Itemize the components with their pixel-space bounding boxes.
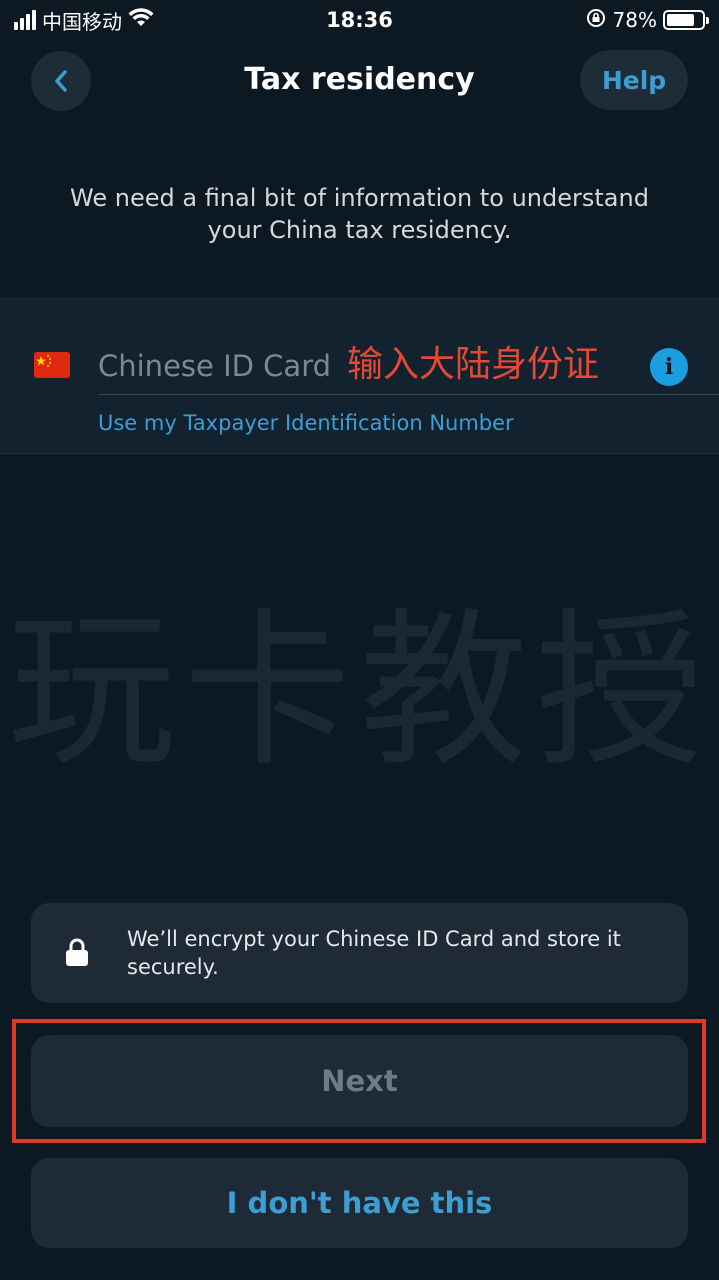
- signal-icon: [14, 10, 36, 30]
- chinese-id-input[interactable]: [98, 343, 638, 389]
- encryption-notice: We’ll encrypt your Chinese ID Card and s…: [31, 903, 688, 1003]
- china-flag-icon: [34, 352, 70, 378]
- wifi-icon: [128, 7, 154, 33]
- status-right: 78%: [585, 7, 709, 34]
- use-tin-link[interactable]: Use my Taxpayer Identification Number: [98, 411, 514, 435]
- rotation-lock-icon: [585, 7, 607, 34]
- back-button[interactable]: [31, 51, 91, 111]
- carrier-name: 中国移动: [42, 9, 122, 34]
- id-input-row: 输入大陆身份证 i: [98, 333, 719, 395]
- chevron-left-icon: [55, 70, 67, 92]
- encryption-notice-text: We’ll encrypt your Chinese ID Card and s…: [127, 927, 621, 979]
- battery-percent: 78%: [612, 8, 657, 32]
- info-icon[interactable]: i: [650, 348, 688, 386]
- status-bar: 中国移动 18:36 78%: [0, 0, 719, 40]
- id-input-panel: 输入大陆身份证 i Use my Taxpayer Identification…: [0, 298, 719, 454]
- dont-have-this-button[interactable]: I don't have this: [31, 1158, 688, 1248]
- intro-text: We need a final bit of information to un…: [70, 184, 649, 244]
- battery-icon: [663, 10, 709, 30]
- next-button[interactable]: Next: [31, 1035, 688, 1127]
- help-button[interactable]: Help: [580, 50, 688, 110]
- battery-fill: [667, 14, 694, 26]
- watermark: 玩卡教授: [7, 593, 712, 789]
- status-left: 中国移动: [14, 6, 154, 35]
- lock-icon: [66, 938, 88, 966]
- header: Tax residency Help: [0, 48, 719, 112]
